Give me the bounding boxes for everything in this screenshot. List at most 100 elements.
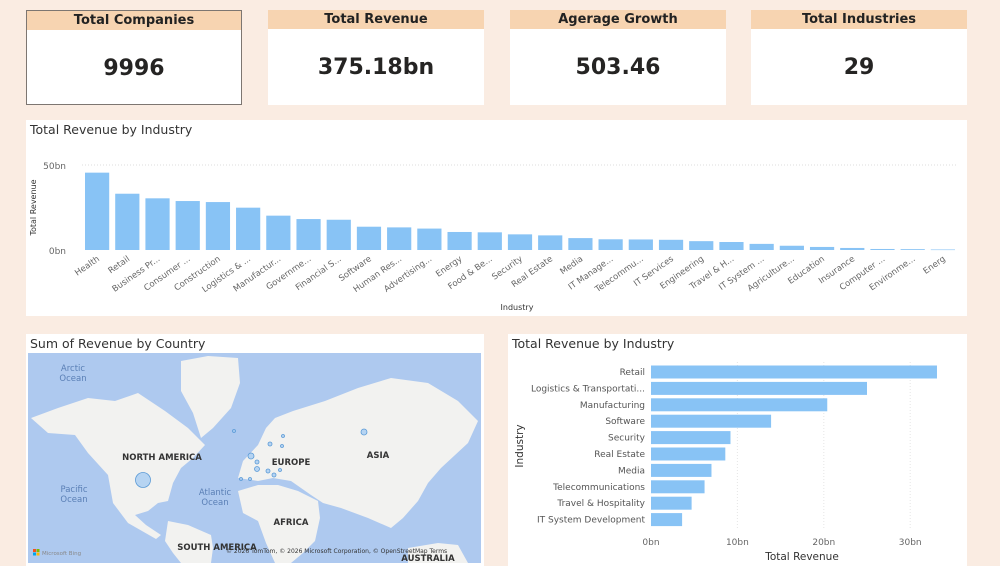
y-axis-title: Industry: [514, 424, 526, 467]
column-bar[interactable]: [568, 238, 593, 250]
y-tick-label: Travel & Hospitality: [556, 499, 645, 509]
label-arctic: Arctic: [61, 364, 85, 374]
horizontal-bar[interactable]: [651, 496, 692, 510]
kpi-label: Total Companies: [27, 11, 241, 30]
bubble-europe[interactable]: [278, 468, 282, 472]
column-bar[interactable]: [236, 207, 261, 250]
map-panel[interactable]: Sum of Revenue by Country Arctic Ocean P…: [26, 334, 484, 566]
y-axis-title: Total Revenue: [29, 179, 38, 236]
column-bar[interactable]: [296, 219, 321, 250]
y-tick-label: Logistics & Transportati...: [531, 384, 645, 394]
column-bar[interactable]: [658, 239, 684, 250]
label-africa: AFRICA: [274, 518, 309, 528]
label-europe: EUROPE: [272, 458, 311, 468]
column-bar[interactable]: [840, 247, 865, 250]
column-bar[interactable]: [417, 228, 442, 250]
column-bar[interactable]: [387, 227, 412, 250]
column-bar[interactable]: [85, 172, 110, 250]
column-bar[interactable]: [145, 198, 170, 250]
column-bar[interactable]: [628, 239, 653, 250]
horizontal-bar-chart: 0bn 10bn 20bn 30bn Retail Logistics & Transpo…: [514, 362, 937, 563]
label-pacific-ocean: Ocean: [60, 495, 87, 505]
column-bar[interactable]: [900, 249, 925, 250]
column-bar[interactable]: [598, 239, 623, 250]
horizontal-bar[interactable]: [651, 447, 726, 461]
kpi-value: 503.46: [575, 55, 661, 80]
x-tick-label: 30bn: [899, 538, 922, 548]
x-axis-title: Industry: [501, 303, 534, 312]
y-tick-label: Retail: [620, 368, 645, 378]
label-australia: AUSTRALIA: [401, 554, 455, 563]
column-bar[interactable]: [538, 235, 563, 250]
bing-logo-text: Microsoft Bing: [42, 551, 81, 557]
label-atlantic: Atlantic: [199, 488, 232, 498]
map-title: Sum of Revenue by Country: [30, 336, 206, 351]
x-tick-label: 0bn: [642, 538, 659, 548]
column-bar[interactable]: [477, 232, 502, 250]
column-bar[interactable]: [266, 215, 291, 250]
y-tick-label: 0bn: [49, 247, 66, 257]
bubble-europe[interactable]: [267, 441, 273, 447]
column-bar[interactable]: [749, 243, 774, 250]
kpi-value: 29: [843, 55, 875, 80]
bubble-europe[interactable]: [254, 459, 260, 465]
label-north-america: NORTH AMERICA: [122, 453, 202, 463]
horizontal-bar[interactable]: [651, 414, 772, 428]
horizontal-bar[interactable]: [651, 431, 731, 445]
kpi-value: 9996: [103, 56, 165, 81]
bubble-europe[interactable]: [271, 472, 277, 478]
column-bar[interactable]: [326, 219, 351, 250]
label-asia: ASIA: [367, 451, 390, 461]
world-map[interactable]: Arctic Ocean Pacific Ocean Atlantic Ocea…: [28, 353, 481, 563]
horizontal-bar[interactable]: [651, 463, 712, 477]
kpi-card-average-growth[interactable]: Agerage Growth 503.46: [510, 10, 726, 105]
y-tick-label: Real Estate: [594, 450, 645, 460]
column-bar[interactable]: [205, 202, 231, 250]
horizontal-bar[interactable]: [651, 365, 937, 379]
column-bar[interactable]: [356, 226, 382, 250]
bubble-iceland[interactable]: [232, 429, 236, 433]
bubble-russia[interactable]: [360, 428, 368, 436]
column-bar[interactable]: [809, 246, 835, 250]
bar-chart-panel[interactable]: Total Revenue by Industry 0bn 10bn 20bn 30b…: [508, 334, 967, 566]
bubble-europe[interactable]: [280, 444, 284, 448]
column-bar[interactable]: [507, 234, 533, 250]
kpi-card-total-revenue[interactable]: Total Revenue 375.18bn: [268, 10, 484, 105]
horizontal-bar[interactable]: [651, 381, 867, 395]
column-bar[interactable]: [870, 248, 895, 250]
kpi-label: Agerage Growth: [510, 10, 726, 29]
bubble-europe[interactable]: [239, 477, 243, 481]
horizontal-bar[interactable]: [651, 513, 683, 527]
kpi-card-total-industries[interactable]: Total Industries 29: [751, 10, 967, 105]
map-attribution[interactable]: © 2026 TomTom, © 2026 Microsoft Corporat…: [226, 548, 447, 555]
x-tick-label: Health: [73, 254, 102, 278]
column-bar[interactable]: [115, 193, 140, 250]
bubble-europe[interactable]: [281, 434, 285, 438]
label-pacific: Pacific: [60, 485, 87, 495]
label-arctic-ocean: Ocean: [59, 374, 86, 384]
bubble-europe[interactable]: [247, 452, 255, 460]
bubble-europe[interactable]: [265, 468, 271, 474]
y-tick-label: 50bn: [43, 162, 66, 172]
column-chart: 50bn0bnTotal RevenueHealth RetailBusiness…: [29, 162, 958, 312]
label-atlantic-ocean: Ocean: [201, 498, 228, 508]
y-tick-label: Security: [608, 434, 646, 444]
bubble-europe[interactable]: [254, 466, 260, 472]
column-bar[interactable]: [719, 242, 744, 250]
column-bar[interactable]: [779, 245, 804, 250]
column-bar[interactable]: [447, 231, 472, 250]
y-tick-label: Manufacturing: [580, 401, 645, 411]
bubble-usa[interactable]: [135, 472, 151, 488]
x-axis-title: Total Revenue: [764, 551, 839, 563]
column-bar[interactable]: [930, 249, 955, 251]
bubble-europe[interactable]: [248, 477, 252, 481]
column-chart-panel[interactable]: Total Revenue by Industry 50bn 0bn Total R…: [26, 120, 967, 316]
kpi-label: Total Revenue: [268, 10, 484, 29]
horizontal-bar[interactable]: [651, 480, 705, 494]
column-bar[interactable]: [689, 241, 714, 250]
column-bar[interactable]: [175, 201, 200, 250]
horizontal-bar[interactable]: [651, 398, 828, 412]
y-tick-label: IT System Development: [537, 516, 645, 526]
kpi-card-total-companies[interactable]: Total Companies 9996: [26, 10, 242, 105]
y-tick-label: Media: [618, 466, 645, 476]
